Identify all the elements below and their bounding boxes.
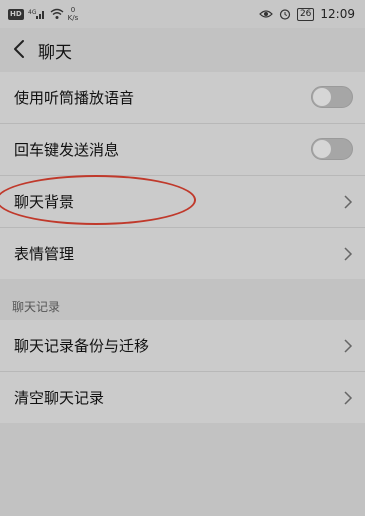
- net-speed-unit: K/s: [67, 14, 79, 22]
- row-label: 回车键发送消息: [14, 141, 120, 159]
- status-bar: HD 4G 0 K/s 26 12:09: [0, 0, 365, 28]
- status-right: 26 12:09: [259, 4, 355, 24]
- chat-records-section-title: 聊天记录: [12, 300, 61, 314]
- setting-row-enter-send[interactable]: 回车键发送消息: [0, 124, 365, 176]
- enter-send-toggle[interactable]: [311, 138, 353, 160]
- row-label: 清空聊天记录: [14, 389, 105, 407]
- setting-row-chat-background[interactable]: 聊天背景: [0, 176, 365, 228]
- setting-row-clear-history[interactable]: 清空聊天记录: [0, 372, 365, 423]
- title-bar: 聊天: [0, 28, 365, 72]
- wifi-icon: [50, 8, 64, 19]
- chat-records-group: 聊天记录备份与迁移 清空聊天记录: [0, 320, 365, 423]
- chevron-right-icon: [344, 247, 353, 261]
- chevron-right-icon: [344, 339, 353, 353]
- setting-row-earpiece[interactable]: 使用听筒播放语音: [0, 72, 365, 124]
- setting-row-sticker-management[interactable]: 表情管理: [0, 228, 365, 279]
- setting-row-backup-migrate[interactable]: 聊天记录备份与迁移: [0, 320, 365, 372]
- net-speed: 0 K/s: [68, 6, 79, 22]
- chevron-right-icon: [344, 195, 353, 209]
- row-label: 聊天记录备份与迁移: [14, 337, 150, 355]
- toggle-knob: [313, 88, 331, 106]
- alarm-icon: [279, 9, 291, 20]
- chevron-right-icon: [344, 391, 353, 405]
- settings-group: 使用听筒播放语音 回车键发送消息 聊天背景 表情管理: [0, 72, 365, 279]
- row-label: 表情管理: [14, 245, 75, 263]
- signal-icon: 4G: [28, 9, 44, 19]
- back-arrow-icon[interactable]: [10, 36, 30, 62]
- eye-icon: [259, 10, 273, 18]
- row-label: 聊天背景: [14, 193, 75, 211]
- clock: 12:09: [320, 7, 355, 21]
- row-label: 使用听筒播放语音: [14, 89, 135, 107]
- net-speed-value: 0: [70, 6, 76, 14]
- earpiece-toggle[interactable]: [311, 86, 353, 108]
- toggle-knob: [313, 140, 331, 158]
- battery-indicator: 26: [296, 7, 315, 21]
- status-left: HD 4G 0 K/s: [8, 4, 78, 24]
- signal-label: 4G: [28, 9, 37, 16]
- page-title: 聊天: [38, 43, 72, 63]
- hd-badge: HD: [8, 8, 24, 20]
